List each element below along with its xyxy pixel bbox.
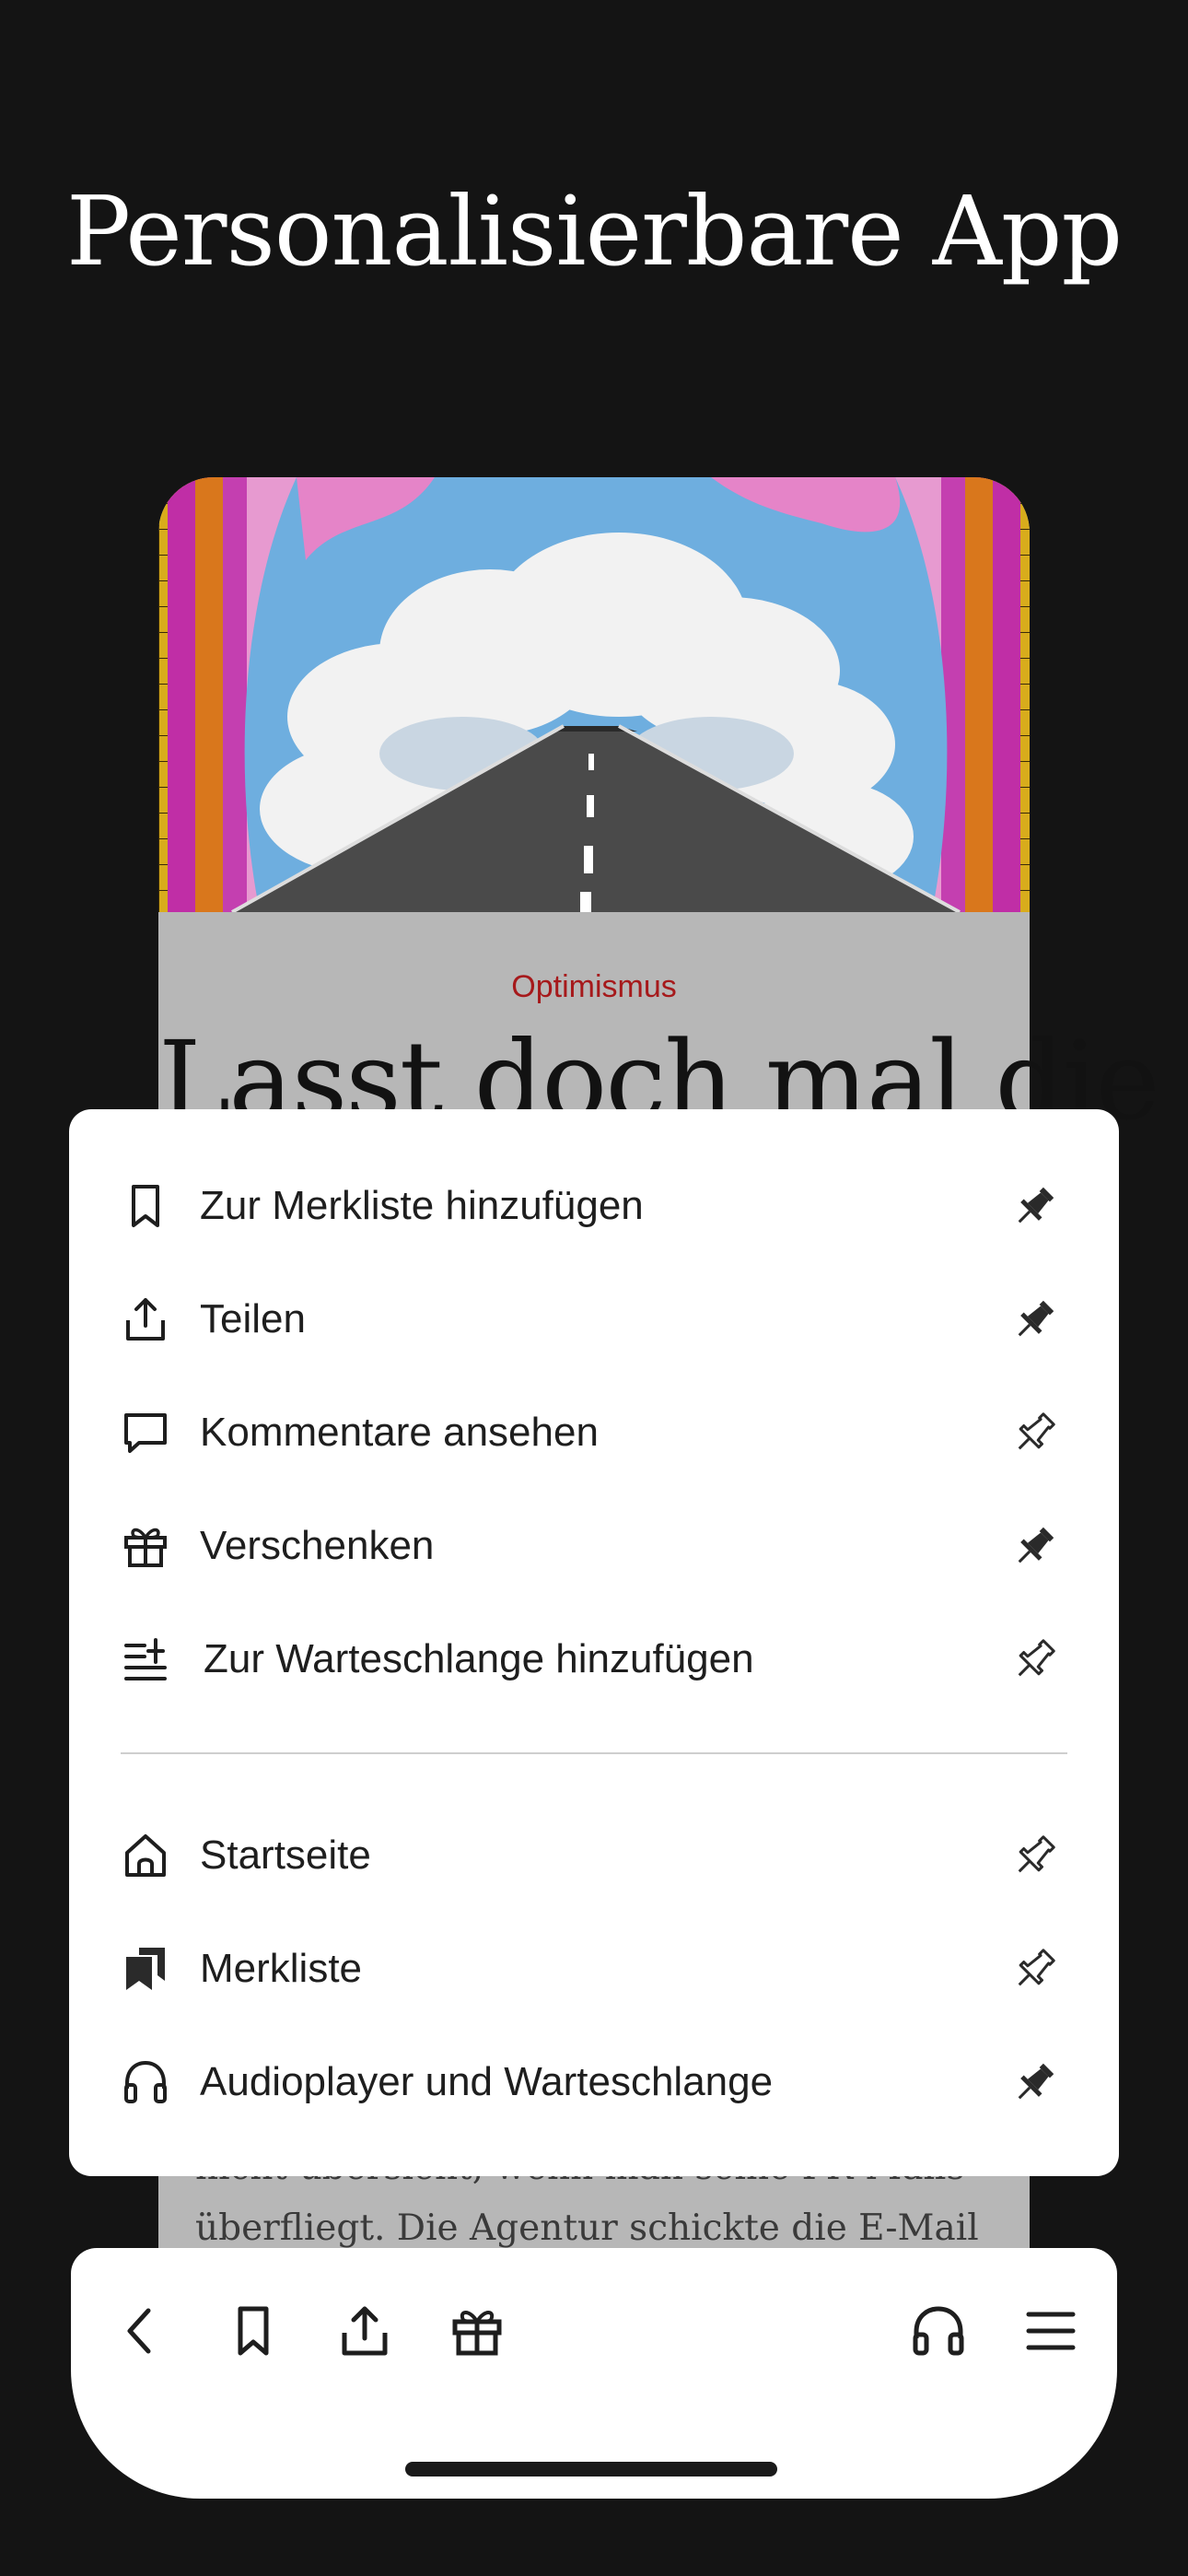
home-icon bbox=[121, 1831, 170, 1880]
queue-add-icon bbox=[121, 1634, 170, 1684]
pin-outline-icon[interactable] bbox=[1008, 1634, 1060, 1686]
pin-filled-icon[interactable] bbox=[1008, 2057, 1060, 2109]
menu-icon[interactable] bbox=[1021, 2301, 1080, 2360]
menu-item-label: Teilen bbox=[200, 1296, 306, 1341]
menu-item-label: Startseite bbox=[200, 1832, 371, 1878]
headphones-icon[interactable] bbox=[909, 2301, 968, 2360]
menu-item-gift[interactable]: Verschenken bbox=[69, 1495, 1119, 1597]
menu-item-add-to-queue[interactable]: Zur Warteschlange hinzufügen bbox=[69, 1609, 1119, 1710]
article-text-line: überfliegt. Die Agentur schickte die E-M… bbox=[195, 2207, 979, 2249]
menu-item-add-to-watchlist[interactable]: Zur Merkliste hinzufügen bbox=[69, 1155, 1119, 1257]
hero-image bbox=[158, 477, 1030, 912]
menu-item-label: Merkliste bbox=[200, 1946, 363, 1991]
menu-item-label: Verschenken bbox=[200, 1523, 435, 1568]
gift-icon[interactable] bbox=[448, 2301, 507, 2360]
pin-outline-icon[interactable] bbox=[1008, 1944, 1060, 1996]
share-icon bbox=[121, 1294, 170, 1344]
home-indicator[interactable] bbox=[405, 2462, 777, 2476]
back-icon[interactable] bbox=[111, 2301, 170, 2360]
pin-filled-icon[interactable] bbox=[1008, 1294, 1060, 1346]
bookmarks-filled-icon bbox=[121, 1944, 170, 1994]
gift-icon bbox=[121, 1521, 170, 1571]
menu-item-label: Kommentare ansehen bbox=[200, 1410, 599, 1455]
share-icon[interactable] bbox=[335, 2301, 394, 2360]
menu-item-share[interactable]: Teilen bbox=[69, 1269, 1119, 1370]
pin-outline-icon[interactable] bbox=[1008, 1408, 1060, 1459]
pin-outline-icon[interactable] bbox=[1008, 1831, 1060, 1882]
menu-item-watchlist[interactable]: Merkliste bbox=[69, 1918, 1119, 2020]
pin-filled-icon[interactable] bbox=[1008, 1181, 1060, 1233]
menu-item-label: Zur Warteschlange hinzufügen bbox=[204, 1636, 754, 1681]
pin-filled-icon[interactable] bbox=[1008, 1521, 1060, 1573]
menu-item-audioplayer[interactable]: Audioplayer und Warteschlange bbox=[69, 2032, 1119, 2133]
menu-item-label: Zur Merkliste hinzufügen bbox=[200, 1183, 644, 1228]
menu-item-label: Audioplayer und Warteschlange bbox=[200, 2059, 774, 2104]
headphones-icon bbox=[121, 2057, 170, 2107]
menu-divider bbox=[121, 1752, 1067, 1754]
menu-item-view-comments[interactable]: Kommentare ansehen bbox=[69, 1382, 1119, 1483]
article-kicker: Optimismus bbox=[511, 969, 677, 1004]
bookmark-icon bbox=[121, 1181, 170, 1231]
bookmark-icon[interactable] bbox=[224, 2301, 283, 2360]
action-menu-sheet: Zur Merkliste hinzufügen Teilen Kommenta… bbox=[69, 1109, 1119, 2176]
page-title: Personalisierbare App bbox=[65, 175, 1123, 287]
comment-icon bbox=[121, 1408, 170, 1458]
menu-item-home[interactable]: Startseite bbox=[69, 1805, 1119, 1906]
